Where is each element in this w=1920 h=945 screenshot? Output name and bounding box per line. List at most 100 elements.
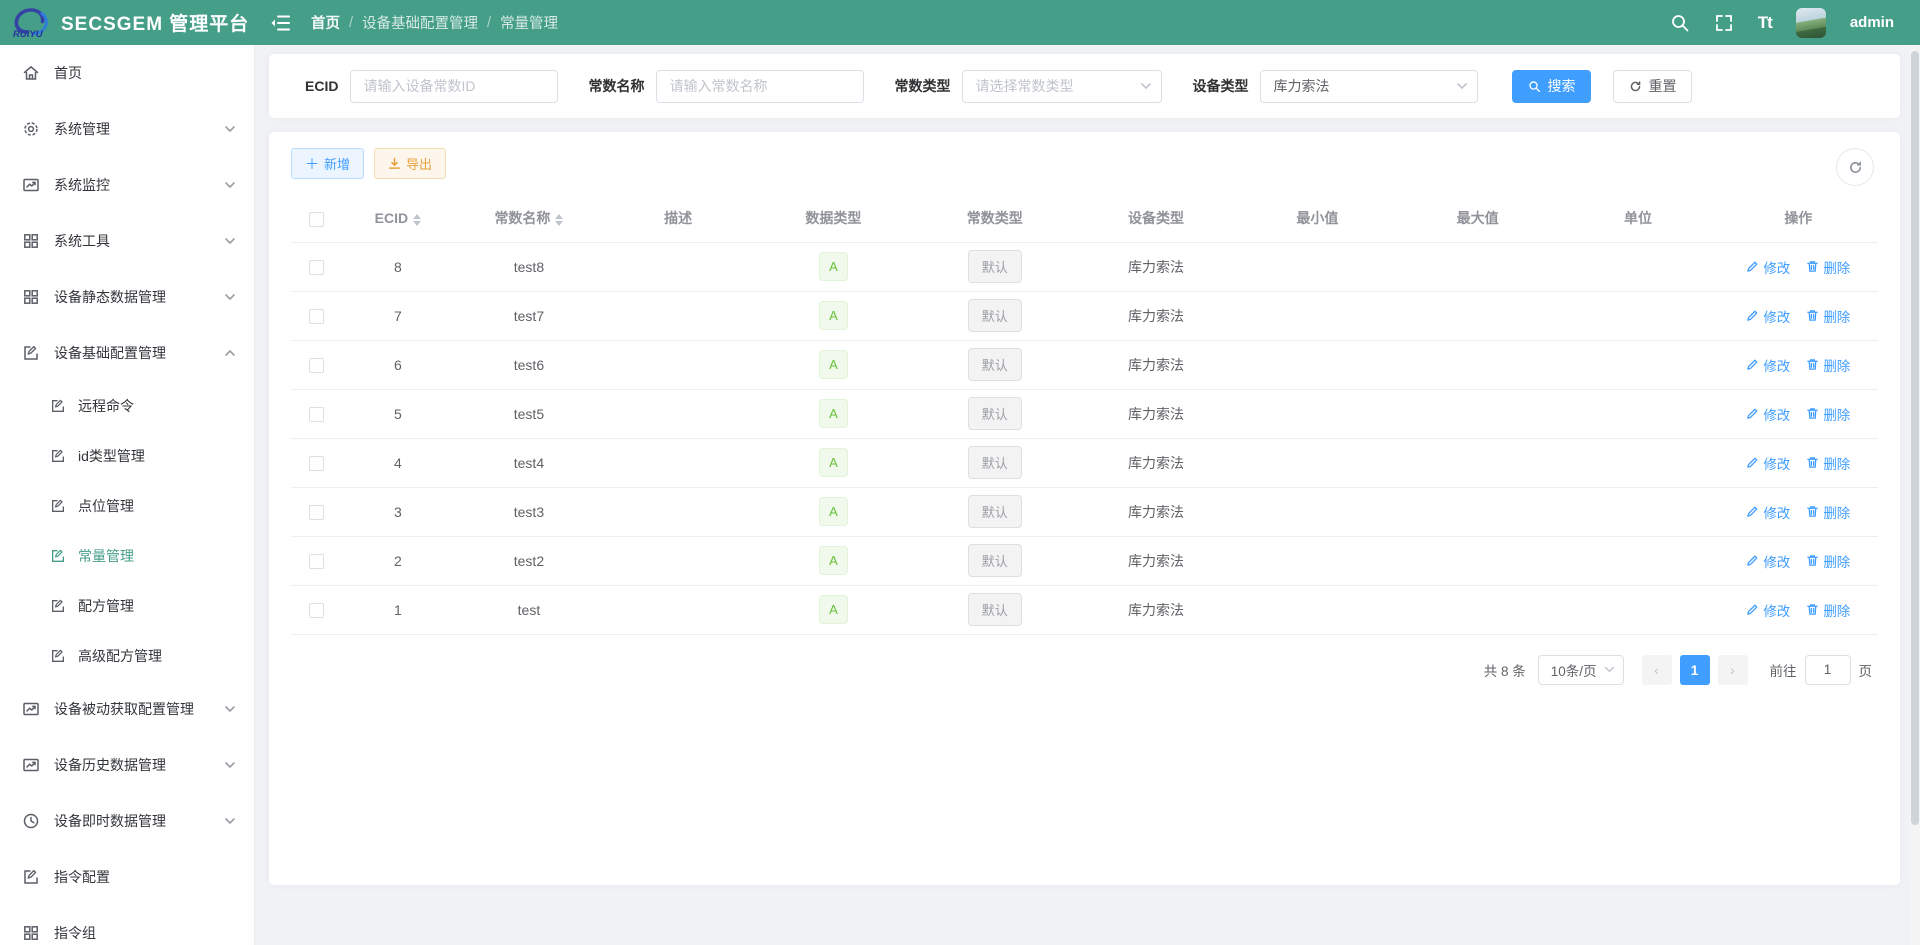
add-button[interactable]: ＋ 新增: [291, 148, 364, 179]
delete-link[interactable]: 删除: [1806, 257, 1850, 277]
fullscreen-icon[interactable]: [1714, 13, 1734, 33]
chevron-up-icon: [224, 347, 236, 359]
const-type-button[interactable]: 默认: [968, 544, 1022, 577]
sidebar-item-5[interactable]: 设备基础配置管理: [0, 325, 254, 381]
sidebar-collapse-icon[interactable]: [269, 12, 291, 34]
const-type-button[interactable]: 默认: [968, 495, 1022, 528]
sidebar-subitem-5-0[interactable]: 远程命令: [0, 381, 254, 431]
delete-link[interactable]: 删除: [1806, 502, 1850, 522]
edit-link[interactable]: 修改: [1746, 306, 1790, 326]
row-checkbox[interactable]: [309, 554, 324, 569]
reset-button[interactable]: 重置: [1613, 70, 1692, 103]
scrollbar-thumb[interactable]: [1911, 51, 1919, 825]
delete-link[interactable]: 删除: [1806, 453, 1850, 473]
cell-ecid: 7: [341, 291, 454, 340]
delete-link[interactable]: 删除: [1806, 600, 1850, 620]
monitor-icon: [22, 756, 40, 774]
avatar[interactable]: [1796, 8, 1826, 38]
select-all-checkbox[interactable]: [309, 212, 324, 227]
const-type-button[interactable]: 默认: [968, 348, 1022, 381]
const-type-button[interactable]: 默认: [968, 397, 1022, 430]
ecid-label: ECID: [305, 78, 338, 94]
cell-device-type: 库力索法: [1075, 291, 1236, 340]
edit-link[interactable]: 修改: [1746, 404, 1790, 424]
trash-icon: [1806, 603, 1819, 616]
page-size-select[interactable]: 10条/页: [1538, 655, 1624, 685]
scrollbar[interactable]: [1910, 45, 1920, 945]
pen-icon: [1746, 309, 1759, 322]
sidebar-item-label: 指令组: [54, 923, 96, 943]
search-icon[interactable]: [1670, 13, 1690, 33]
const-type-select[interactable]: 请选择常数类型: [962, 70, 1162, 103]
sidebar-subitem-5-1[interactable]: id类型管理: [0, 431, 254, 481]
device-type-select[interactable]: 库力索法: [1260, 70, 1478, 103]
const-type-button[interactable]: 默认: [968, 299, 1022, 332]
cell-ecid: 8: [341, 242, 454, 291]
column-header-1[interactable]: 常数名称: [454, 195, 603, 242]
cell-ecid: 5: [341, 389, 454, 438]
refresh-table-button[interactable]: [1836, 148, 1874, 186]
const-type-button[interactable]: 默认: [968, 593, 1022, 626]
grid-icon: [22, 232, 40, 250]
row-checkbox[interactable]: [309, 456, 324, 471]
cell-desc: [604, 487, 753, 536]
username[interactable]: admin: [1850, 14, 1894, 31]
sidebar-item-2[interactable]: 系统监控: [0, 157, 254, 213]
const-type-button[interactable]: 默认: [968, 250, 1022, 283]
sidebar-subitem-5-2[interactable]: 点位管理: [0, 481, 254, 531]
edit-link[interactable]: 修改: [1746, 453, 1790, 473]
sidebar-item-4[interactable]: 设备静态数据管理: [0, 269, 254, 325]
sidebar-subitem-5-4[interactable]: 配方管理: [0, 581, 254, 631]
column-label: 最小值: [1296, 210, 1338, 226]
edit-link[interactable]: 修改: [1746, 502, 1790, 522]
export-button[interactable]: 导出: [374, 148, 446, 179]
cell-device-type: 库力索法: [1075, 585, 1236, 634]
delete-link[interactable]: 删除: [1806, 551, 1850, 571]
sidebar-item-7[interactable]: 设备历史数据管理: [0, 737, 254, 793]
edit-link[interactable]: 修改: [1746, 257, 1790, 277]
edit-link[interactable]: 修改: [1746, 355, 1790, 375]
goto-label: 前往: [1770, 660, 1797, 680]
const-type-button[interactable]: 默认: [968, 446, 1022, 479]
cell-device-type: 库力索法: [1075, 340, 1236, 389]
delete-link[interactable]: 删除: [1806, 404, 1850, 424]
cell-min: [1237, 340, 1398, 389]
breadcrumb-separator: /: [349, 15, 353, 31]
column-header-0[interactable]: ECID: [341, 195, 454, 242]
ecid-input[interactable]: [350, 70, 558, 103]
goto-page-input[interactable]: [1805, 655, 1851, 685]
row-checkbox[interactable]: [309, 603, 324, 618]
sidebar-item-8[interactable]: 设备即时数据管理: [0, 793, 254, 849]
sidebar-subitem-5-3[interactable]: 常量管理: [0, 531, 254, 581]
row-checkbox[interactable]: [309, 309, 324, 324]
edit-link[interactable]: 修改: [1746, 600, 1790, 620]
row-checkbox[interactable]: [309, 505, 324, 520]
prev-page-button[interactable]: ‹: [1642, 655, 1672, 685]
logo[interactable]: RUIYU SECSGEM 管理平台: [0, 6, 255, 40]
page-1-button[interactable]: 1: [1680, 655, 1710, 685]
svg-text:RUIYU: RUIYU: [13, 29, 44, 40]
row-checkbox[interactable]: [309, 260, 324, 275]
sidebar-item-0[interactable]: 首页: [0, 45, 254, 101]
sidebar-item-9[interactable]: 指令配置: [0, 849, 254, 905]
font-size-icon[interactable]: Tt: [1758, 13, 1772, 33]
delete-link[interactable]: 删除: [1806, 355, 1850, 375]
next-page-button[interactable]: ›: [1718, 655, 1748, 685]
sidebar-subitem-5-5[interactable]: 高级配方管理: [0, 631, 254, 681]
row-checkbox[interactable]: [309, 407, 324, 422]
search-button[interactable]: 搜索: [1512, 70, 1591, 103]
edit-link[interactable]: 修改: [1746, 551, 1790, 571]
sort-icon[interactable]: [413, 214, 421, 226]
delete-link[interactable]: 删除: [1806, 306, 1850, 326]
breadcrumb-home[interactable]: 首页: [311, 12, 340, 33]
sort-icon[interactable]: [555, 214, 563, 226]
const-name-input[interactable]: [656, 70, 864, 103]
sidebar-item-3[interactable]: 系统工具: [0, 213, 254, 269]
row-checkbox[interactable]: [309, 358, 324, 373]
sidebar-item-10[interactable]: 指令组: [0, 905, 254, 945]
table-row: 7test7A默认库力索法修改删除: [291, 291, 1878, 340]
sidebar-item-6[interactable]: 设备被动获取配置管理: [0, 681, 254, 737]
sidebar-item-1[interactable]: 系统管理: [0, 101, 254, 157]
cell-device-type: 库力索法: [1075, 438, 1236, 487]
pagination: 共 8 条 10条/页 ‹ 1 › 前往 页: [291, 655, 1878, 685]
